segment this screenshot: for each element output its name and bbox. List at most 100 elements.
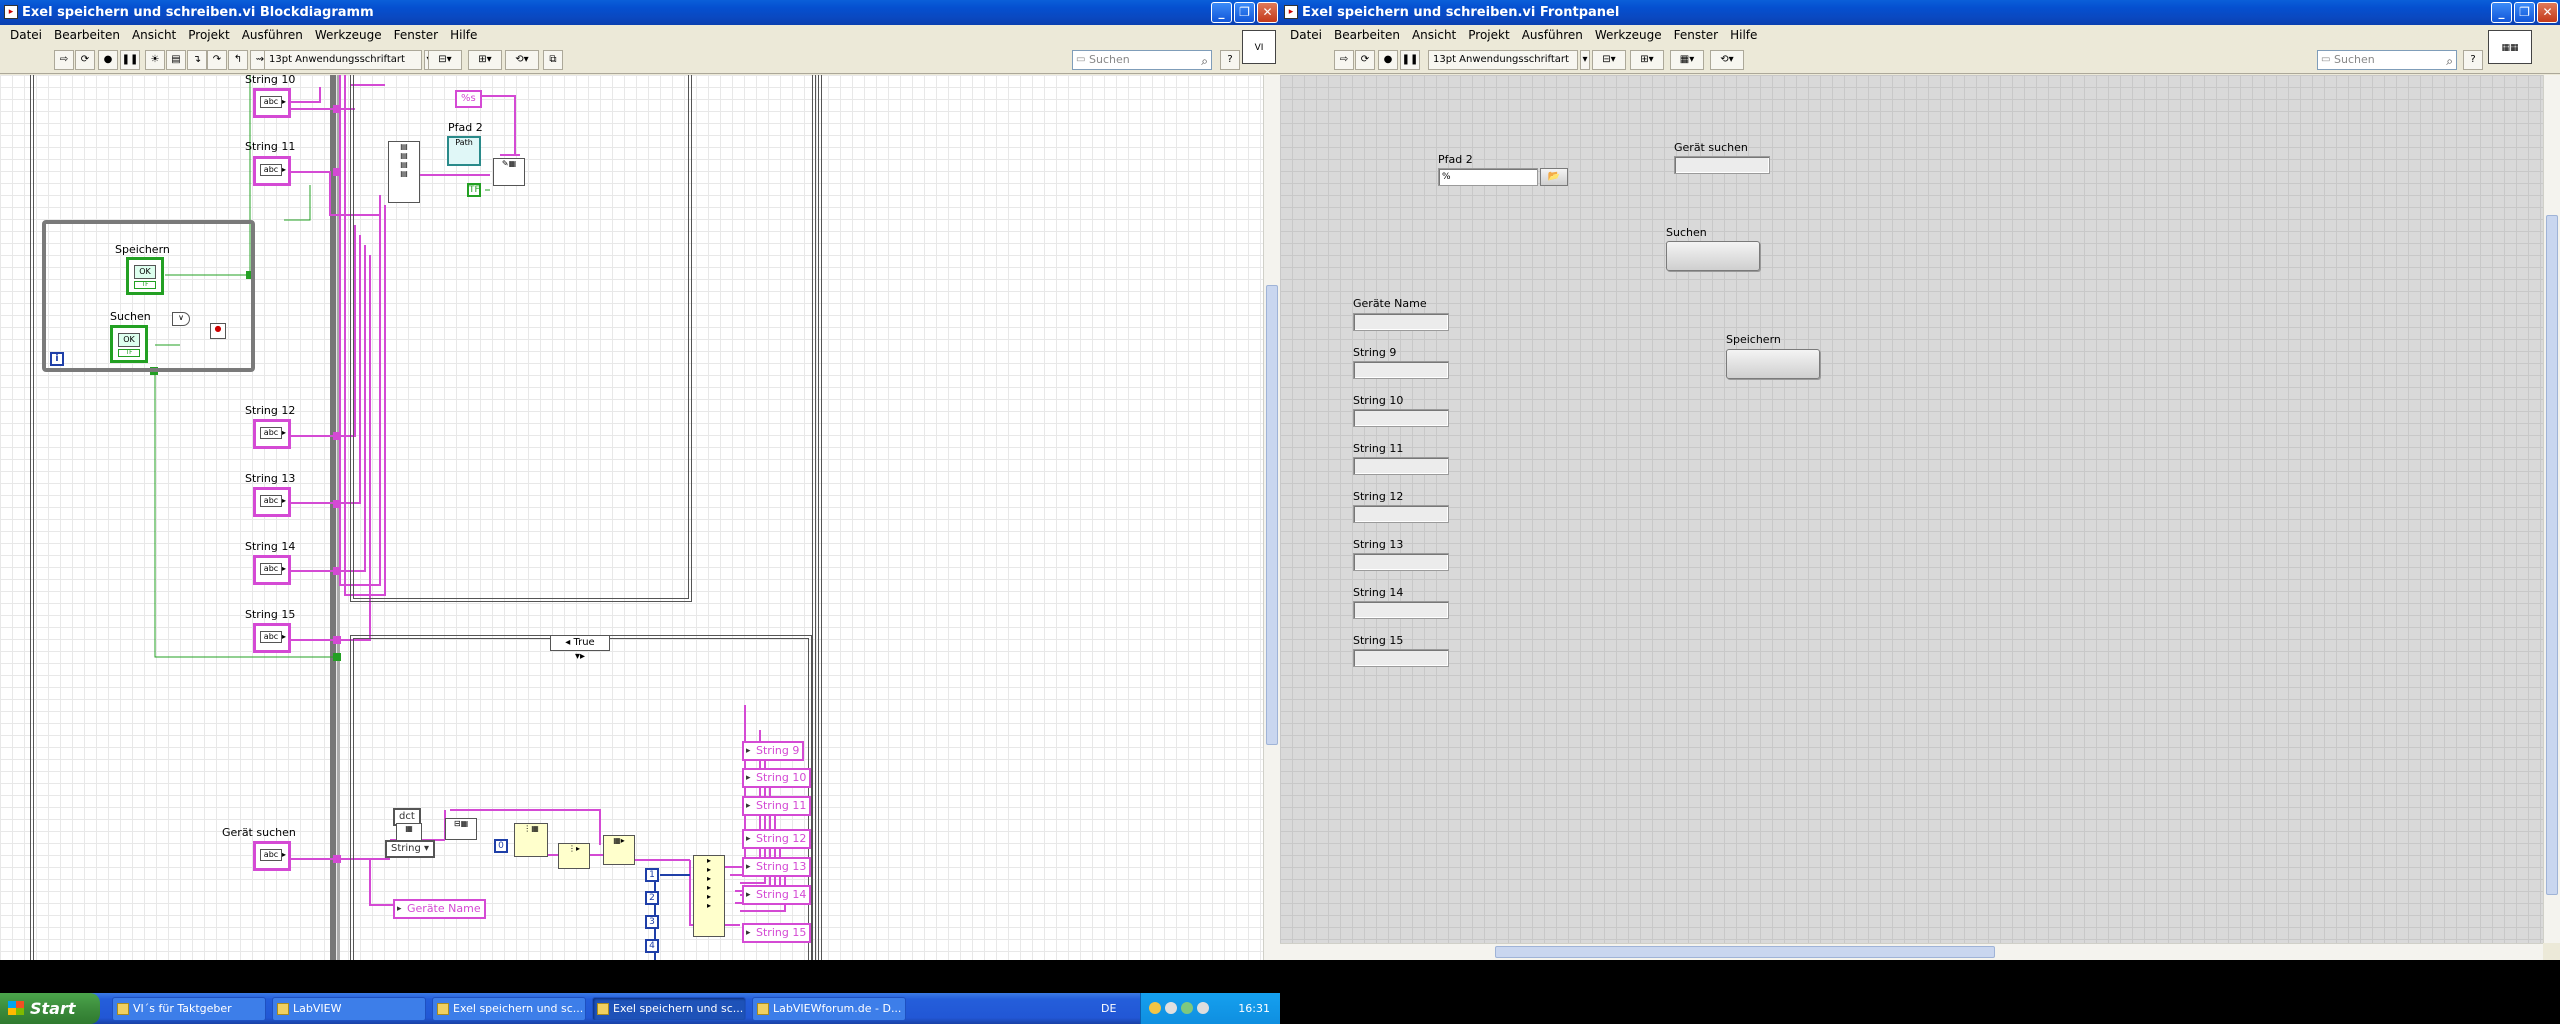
abort-icon[interactable]: ● (98, 50, 118, 70)
num-constant-2[interactable]: 2 (645, 891, 659, 905)
suchen-button[interactable] (1666, 241, 1760, 271)
connector-pane-icon[interactable]: ▦▦ (2488, 30, 2532, 64)
num-constant-1[interactable]: 1 (645, 868, 659, 882)
minimize-button[interactable]: _ (2491, 2, 2512, 23)
align-objects-icon[interactable]: ⊟▾ (1592, 50, 1626, 70)
run-arrow-icon[interactable]: ⇨ (54, 50, 74, 70)
local-var-string15[interactable]: String 15 (742, 923, 812, 943)
outer-frame-right[interactable] (812, 75, 822, 960)
local-var-string12[interactable]: String 12 (742, 829, 812, 849)
local-var-string10[interactable]: String 10 (742, 768, 812, 788)
search-icon[interactable]: ⌕ (2446, 52, 2453, 70)
align-objects-icon[interactable]: ⊟▾ (428, 50, 462, 70)
local-var-string9[interactable]: String 9 (742, 741, 805, 761)
taskbar-item-taktgeber[interactable]: VI´s für Taktgeber (112, 996, 266, 1021)
search-input[interactable]: ▭ Suchen ⌕ (1072, 50, 1212, 70)
tray-icon-3[interactable] (1181, 1002, 1193, 1014)
string14-terminal[interactable]: abc ▸ (253, 555, 291, 585)
browse-folder-icon[interactable]: 📂 (1540, 168, 1568, 186)
resize-objects-icon[interactable]: ▦▾ (1670, 50, 1704, 70)
maximize-button[interactable]: ❐ (1234, 2, 1255, 23)
retain-wire-values-icon[interactable]: ▤ (166, 50, 186, 70)
visa-find-node[interactable]: ⊟▦ (445, 818, 477, 840)
local-var-geraete-name[interactable]: Geräte Name (393, 899, 486, 919)
block-diagram-canvas[interactable]: ◂ True ▾▸ i String 10 abc ▸ String 11 abc… (0, 75, 1263, 960)
index-array-node-1[interactable]: ⋮▸ (558, 843, 590, 869)
taskbar-item-frontpanel[interactable]: Exel speichern und sc... (432, 996, 586, 1021)
string14-field[interactable] (1353, 601, 1449, 619)
context-help-icon[interactable]: ? (2463, 50, 2483, 70)
string13-field[interactable] (1353, 553, 1449, 571)
fp-vertical-scrollbar[interactable] (2543, 75, 2560, 943)
bd-vertical-scrollbar[interactable] (1263, 75, 1280, 960)
string15-terminal[interactable]: abc ▸ (253, 623, 291, 653)
menu-projekt[interactable]: Projekt (1462, 25, 1515, 46)
menu-projekt[interactable]: Projekt (182, 25, 235, 46)
run-continuously-icon[interactable]: ⟳ (1355, 50, 1375, 70)
vi-connector-icon[interactable]: VI (1242, 30, 1276, 64)
string13-terminal[interactable]: abc ▸ (253, 487, 291, 517)
string12-terminal[interactable]: abc ▸ (253, 419, 291, 449)
string10-terminal[interactable]: abc ▸ (253, 88, 291, 118)
string10-field[interactable] (1353, 409, 1449, 427)
string9-field[interactable] (1353, 361, 1449, 379)
step-into-icon[interactable]: ↴ (187, 50, 207, 70)
menu-hilfe[interactable]: Hilfe (444, 25, 483, 46)
volume-icon[interactable] (1197, 1002, 1209, 1014)
build-array-node[interactable]: ▤ ▤ ▤ ▤ (388, 141, 420, 203)
geraet-suchen-terminal[interactable]: abc ▸ (253, 841, 291, 871)
fp-horizontal-scrollbar[interactable] (1280, 943, 2543, 960)
reorder-icon[interactable]: ⟲▾ (1710, 50, 1744, 70)
string-type-selector[interactable]: String ▾ (385, 840, 436, 858)
front-panel-canvas[interactable]: Pfad 2 % 📂 Gerät suchen Suchen Geräte Na… (1280, 75, 2543, 943)
run-arrow-icon[interactable]: ⇨ (1334, 50, 1354, 70)
search-icon[interactable]: ⌕ (1201, 52, 1208, 70)
menu-bearbeiten[interactable]: Bearbeiten (1328, 25, 1406, 46)
menu-ansicht[interactable]: Ansicht (1406, 25, 1462, 46)
tray-icon-2[interactable] (1165, 1002, 1177, 1014)
context-help-icon[interactable]: ? (1220, 50, 1240, 70)
num-constant-3[interactable]: 3 (645, 915, 659, 929)
geraet-suchen-field[interactable] (1674, 156, 1770, 174)
distribute-objects-icon[interactable]: ⊞▾ (1630, 50, 1664, 70)
menu-datei[interactable]: Datei (4, 25, 48, 46)
boolean-constant[interactable]: TF (467, 183, 481, 197)
suchen-terminal[interactable]: OK TF (110, 325, 148, 363)
tray-icon-1[interactable] (1149, 1002, 1161, 1014)
array-subset-node[interactable]: ⋮▦ (514, 823, 548, 857)
string11-terminal[interactable]: abc ▸ (253, 156, 291, 186)
num-constant-0[interactable]: 0 (494, 839, 508, 853)
menu-ansicht[interactable]: Ansicht (126, 25, 182, 46)
reorder-icon[interactable]: ⟲▾ (505, 50, 539, 70)
pause-icon[interactable]: ❚❚ (120, 50, 140, 70)
pfad2-terminal[interactable]: Path (447, 136, 481, 166)
outer-frame-left[interactable] (30, 75, 40, 960)
close-button[interactable]: ✕ (2537, 2, 2558, 23)
menu-fenster[interactable]: Fenster (388, 25, 445, 46)
or-node[interactable]: ∨ (172, 312, 190, 326)
menu-datei[interactable]: Datei (1284, 25, 1328, 46)
highlight-execution-icon[interactable]: ☀ (145, 50, 165, 70)
font-selector[interactable]: 13pt Anwendungsschriftart (1428, 50, 1578, 70)
bd-titlebar[interactable]: ▸ Exel speichern und schreiben.vi Blockd… (0, 0, 1280, 25)
taskbar-item-blockdiagram[interactable]: Exel speichern und sc... (592, 996, 746, 1021)
pause-icon[interactable]: ❚❚ (1400, 50, 1420, 70)
string15-field[interactable] (1353, 649, 1449, 667)
menu-hilfe[interactable]: Hilfe (1724, 25, 1763, 46)
local-var-string13[interactable]: String 13 (742, 857, 812, 877)
stop-terminal-icon[interactable]: ● (210, 323, 226, 339)
index-array-large-node[interactable]: ▸ ▸ ▸ ▸ ▸ ▸ (693, 855, 725, 937)
bd-vscroll-thumb[interactable] (1266, 285, 1278, 745)
menu-bearbeiten[interactable]: Bearbeiten (48, 25, 126, 46)
local-var-string11[interactable]: String 11 (742, 796, 812, 816)
fp-vscroll-thumb[interactable] (2546, 215, 2558, 895)
fp-hscroll-thumb[interactable] (1495, 946, 1995, 958)
font-dropdown-icon[interactable]: ▾ (1580, 50, 1590, 70)
dct-function-node[interactable]: ▦ (396, 823, 422, 841)
step-out-icon[interactable]: ↰ (228, 50, 248, 70)
string12-field[interactable] (1353, 505, 1449, 523)
maximize-button[interactable]: ❐ (2514, 2, 2535, 23)
abort-icon[interactable]: ● (1378, 50, 1398, 70)
search-input[interactable]: ▭ Suchen ⌕ (2317, 50, 2457, 70)
taskbar-item-labview[interactable]: LabVIEW (272, 996, 426, 1021)
